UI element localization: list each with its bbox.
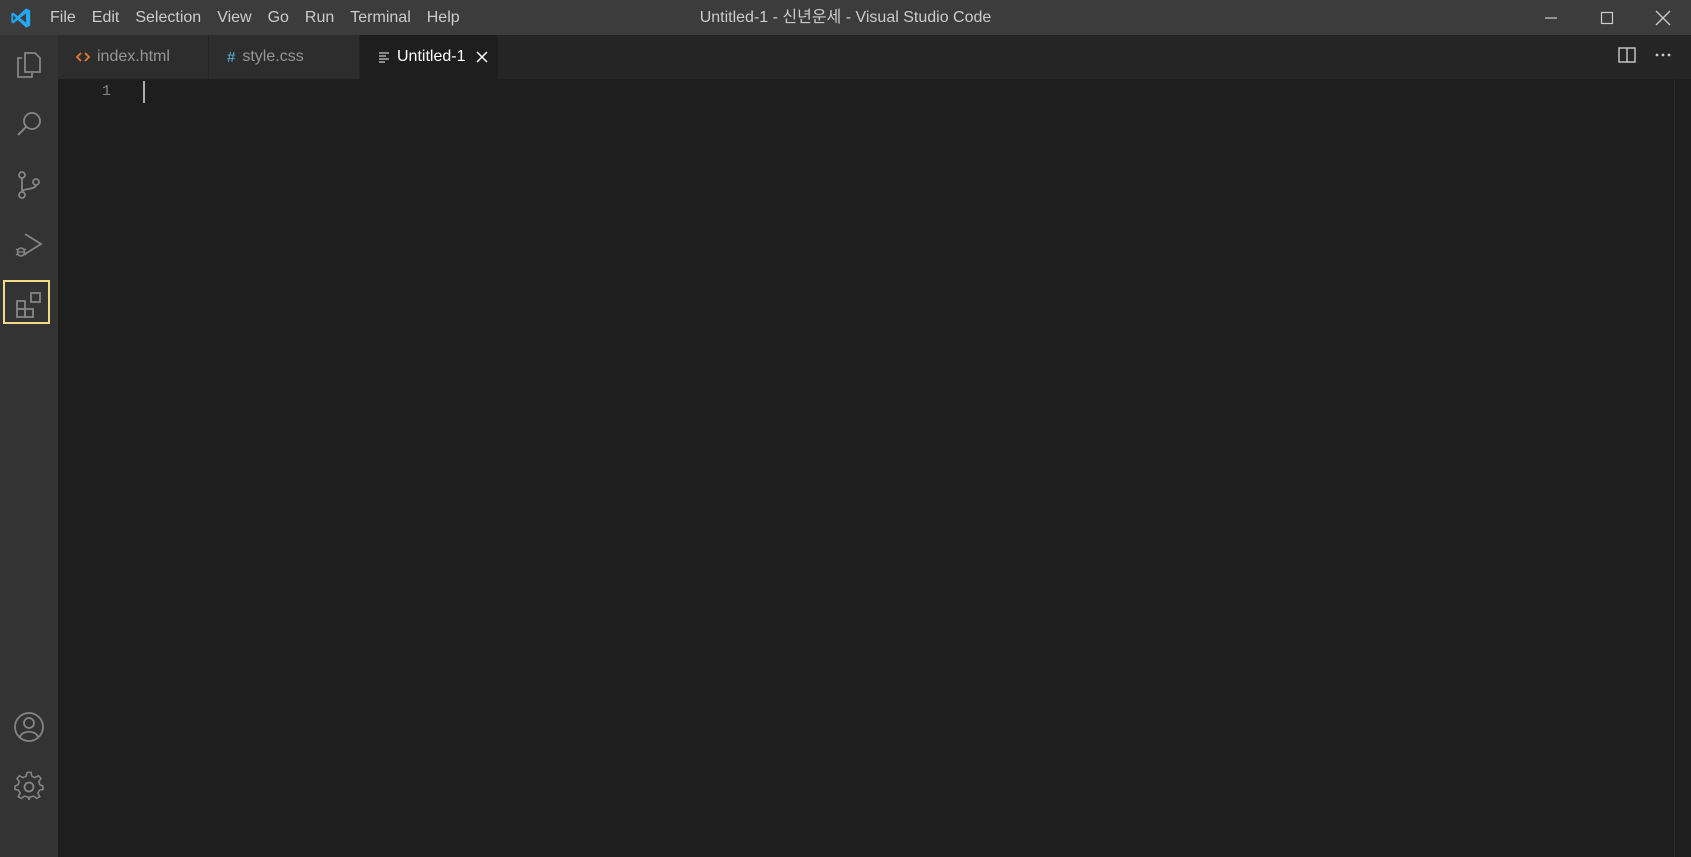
run-debug-icon — [15, 233, 43, 257]
extensions-icon — [16, 292, 41, 318]
editor-area[interactable]: 1 — [58, 79, 1675, 857]
tab-untitled-1[interactable]: Untitled-1 — [360, 35, 498, 79]
vscode-logo-icon — [0, 0, 42, 35]
line-number: 1 — [101, 83, 111, 100]
minimize-icon — [1545, 16, 1557, 19]
menu-edit[interactable]: Edit — [84, 0, 128, 35]
accounts-button[interactable] — [0, 697, 58, 757]
menu-file[interactable]: File — [42, 0, 84, 35]
menu-run[interactable]: Run — [297, 0, 342, 35]
menu-help[interactable]: Help — [419, 0, 468, 35]
close-tab-button[interactable] — [475, 50, 489, 64]
editor-actions — [1617, 35, 1673, 79]
search-button[interactable] — [0, 95, 58, 155]
activity-bar — [0, 35, 58, 857]
text-cursor — [143, 81, 145, 103]
menu-go[interactable]: Go — [260, 0, 297, 35]
close-icon — [476, 51, 489, 63]
split-editor-button[interactable] — [1617, 46, 1637, 69]
more-actions-button[interactable] — [1653, 46, 1673, 69]
manage-gear-icon — [14, 771, 44, 801]
search-icon — [17, 112, 41, 136]
explorer-icon — [17, 52, 41, 78]
html-file-icon — [76, 51, 90, 63]
source-control-icon — [18, 171, 40, 199]
maximize-button[interactable] — [1579, 0, 1635, 35]
title-bar: File Edit Selection View Go Run Terminal… — [0, 0, 1691, 35]
window-controls — [1523, 0, 1691, 35]
menu-view[interactable]: View — [209, 0, 259, 35]
tab-label: index.html — [97, 48, 170, 65]
menu-terminal[interactable]: Terminal — [342, 0, 418, 35]
explorer-button[interactable] — [0, 35, 58, 95]
tab-label: style.css — [242, 48, 304, 65]
split-editor-icon — [1618, 46, 1636, 63]
tab-label: Untitled-1 — [397, 48, 466, 65]
editor-tab-bar: index.html # style.css Untitled-1 — [58, 35, 1691, 79]
css-file-icon: # — [227, 48, 236, 66]
minimize-button[interactable] — [1523, 0, 1579, 35]
manage-button[interactable] — [0, 757, 58, 817]
run-debug-button[interactable] — [0, 215, 58, 275]
maximize-icon — [1600, 11, 1614, 24]
vertical-scrollbar[interactable] — [1674, 79, 1691, 857]
menu-selection[interactable]: Selection — [127, 0, 209, 35]
tab-style-css[interactable]: # style.css — [209, 35, 359, 79]
source-control-button[interactable] — [0, 155, 58, 215]
more-actions-icon — [1655, 53, 1671, 56]
text-file-icon — [378, 51, 390, 63]
account-icon — [14, 712, 44, 742]
close-icon — [1655, 10, 1671, 25]
tab-index-html[interactable]: index.html — [58, 35, 208, 79]
close-window-button[interactable] — [1635, 0, 1691, 35]
menu-bar: File Edit Selection View Go Run Terminal… — [42, 0, 468, 35]
extensions-button[interactable] — [0, 275, 58, 335]
